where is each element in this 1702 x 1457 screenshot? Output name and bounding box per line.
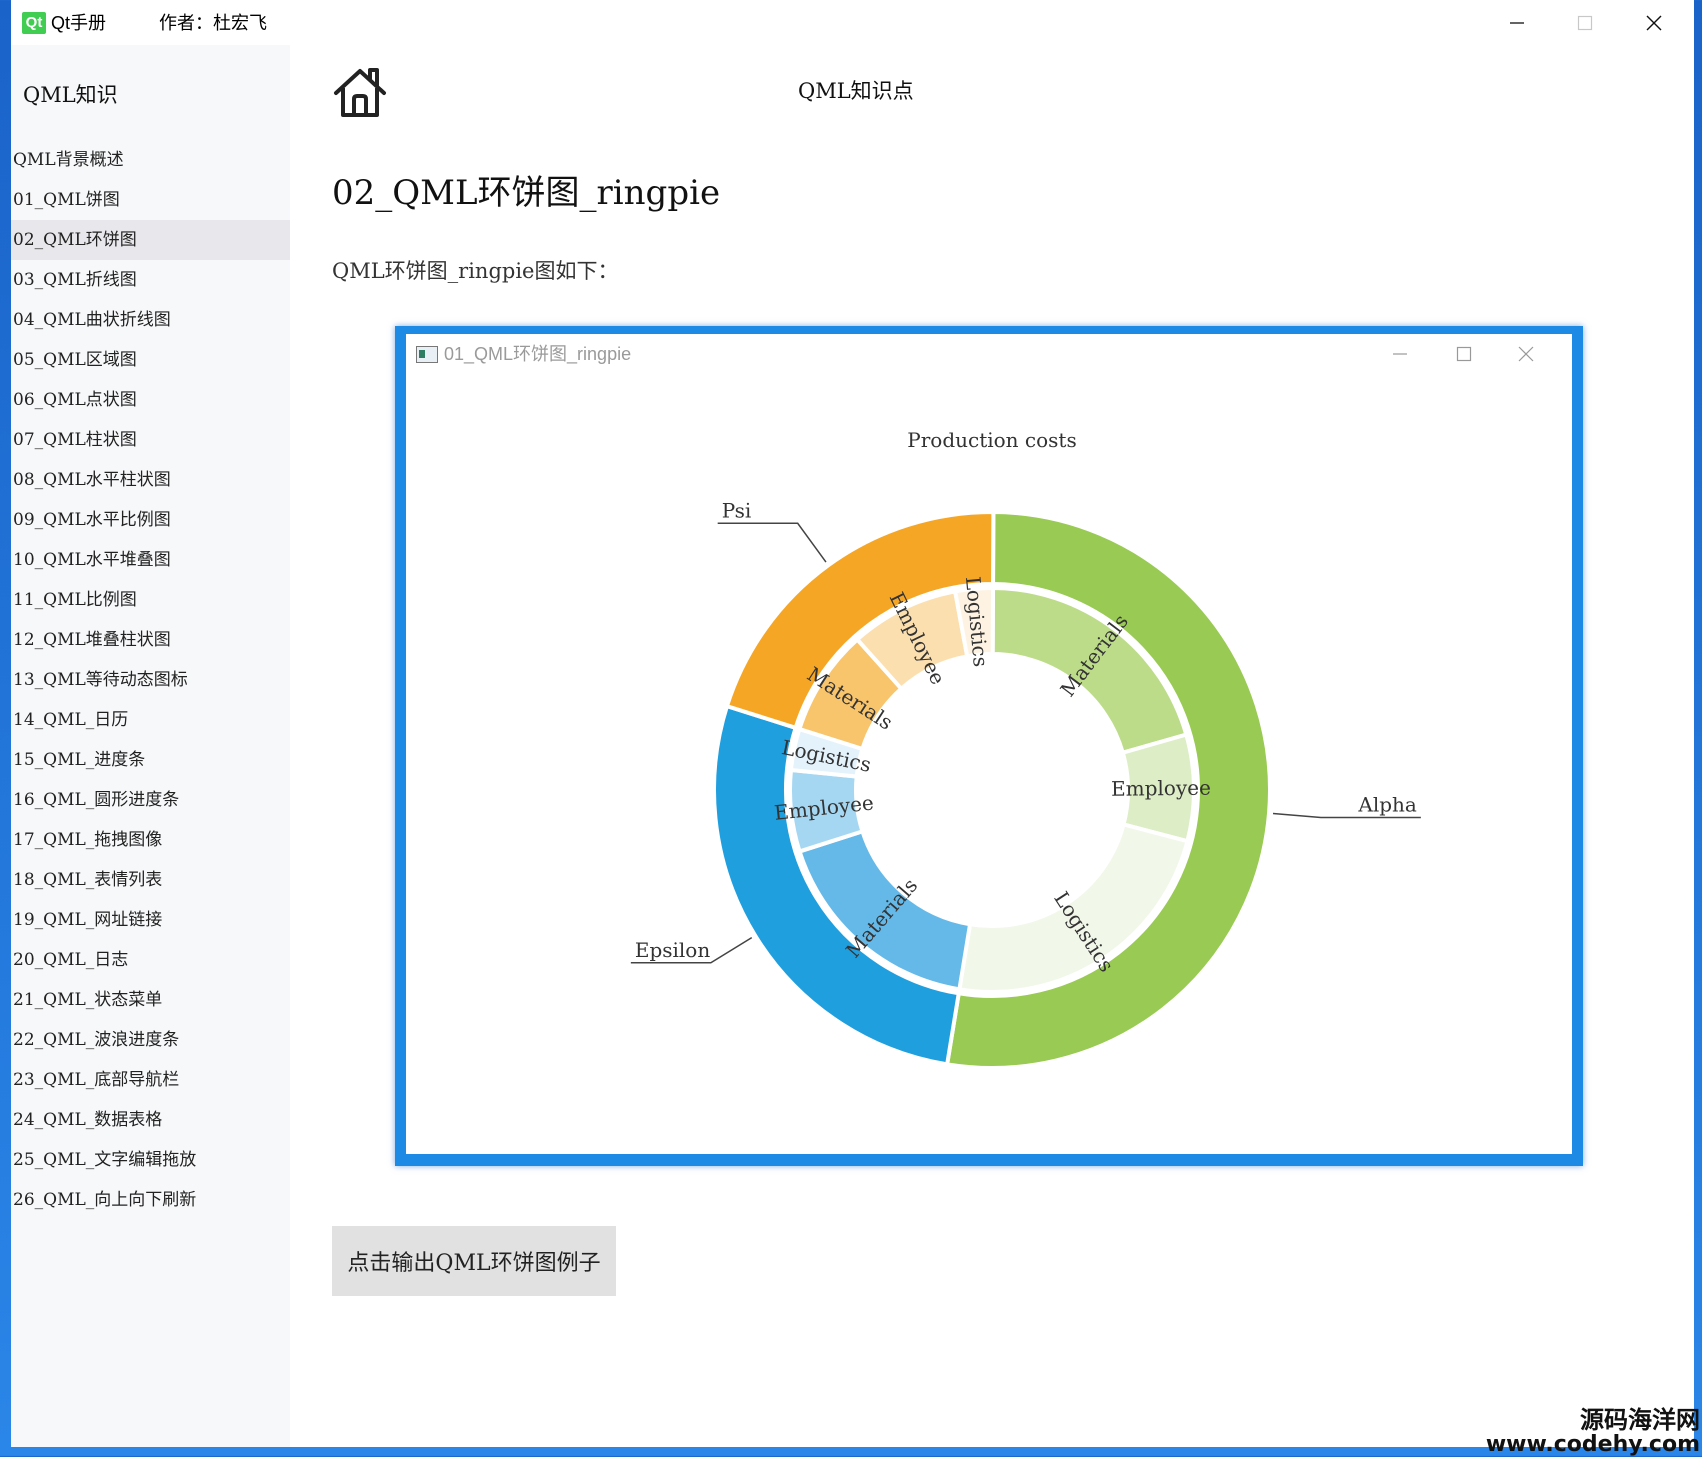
inner-slice-label: Employee	[1111, 776, 1211, 801]
main-content: QML知识点 02_QML环饼图_ringpie QML环饼图_ringpie图…	[290, 45, 1694, 1447]
ring-pie-chart: Production costs AlphaEpsilonPsiMaterial…	[630, 346, 1534, 1070]
watermark-line2: www.codehy.com	[1485, 1431, 1700, 1457]
demo-window: 01_QML环饼图_ringpie Production costs Alpha…	[406, 334, 1572, 1154]
sidebar-item[interactable]: 06_QML点状图	[11, 380, 290, 420]
sidebar-title: QML知识	[23, 83, 118, 107]
sidebar-list: QML背景概述 01_QML饼图 02_QML环饼图 03_QML折线图 04_QML曲…	[11, 140, 290, 1220]
output-example-button[interactable]: 点击输出QML环饼图例子	[332, 1226, 616, 1296]
outer-slice-label: Epsilon	[635, 938, 711, 962]
sidebar-item[interactable]: 25_QML_文字编辑拖放	[11, 1140, 290, 1180]
sidebar-item[interactable]: 23_QML_底部导航栏	[11, 1060, 290, 1100]
sidebar-item[interactable]: 13_QML等待动态图标	[11, 660, 290, 700]
sidebar-item[interactable]: 09_QML水平比例图	[11, 500, 290, 540]
demo-close-button[interactable]	[1518, 346, 1534, 362]
outer-label-leader	[717, 522, 827, 563]
sidebar: QML知识 QML背景概述 01_QML饼图 02_QML环饼图 03_QML折线图 0…	[11, 45, 290, 1447]
sidebar-item[interactable]: 12_QML堆叠柱状图	[11, 620, 290, 660]
minimize-button[interactable]	[1483, 0, 1551, 45]
sidebar-item[interactable]: 21_QML_状态菜单	[11, 980, 290, 1020]
sidebar-item[interactable]: 26_QML_向上向下刷新	[11, 1180, 290, 1220]
demo-maximize-button[interactable]	[1456, 346, 1472, 362]
sidebar-item[interactable]: 01_QML饼图	[11, 180, 290, 220]
sidebar-item[interactable]: 02_QML环饼图	[11, 220, 290, 260]
sidebar-item[interactable]: 03_QML折线图	[11, 260, 290, 300]
sidebar-item[interactable]: 16_QML_圆形进度条	[11, 780, 290, 820]
description-text: QML环饼图_ringpie图如下：	[332, 259, 619, 283]
outer-slice-label: Alpha	[1357, 793, 1417, 817]
app-title: Qt手册	[51, 13, 107, 33]
sidebar-item[interactable]: 20_QML_日志	[11, 940, 290, 980]
page-title: 02_QML环饼图_ringpie	[332, 173, 721, 213]
maximize-button[interactable]	[1551, 0, 1619, 45]
sidebar-item[interactable]: 24_QML_数据表格	[11, 1100, 290, 1140]
minimize-icon	[1510, 21, 1524, 24]
sidebar-item[interactable]: 18_QML_表情列表	[11, 860, 290, 900]
app-window: Qt Qt手册 作者：杜宏飞 QML知识 QML背景概述 01_QML饼图 02_Q…	[11, 0, 1694, 1447]
sidebar-item[interactable]: 11_QML比例图	[11, 580, 290, 620]
sidebar-item[interactable]: 22_QML_波浪进度条	[11, 1020, 290, 1060]
sidebar-item[interactable]: 15_QML_进度条	[11, 740, 290, 780]
close-icon	[1646, 15, 1662, 30]
sidebar-item[interactable]: 19_QML_网址链接	[11, 900, 290, 940]
sidebar-item[interactable]: 10_QML水平堆叠图	[11, 540, 290, 580]
demo-window-frame: 01_QML环饼图_ringpie Production costs Alpha…	[395, 326, 1583, 1166]
sidebar-item[interactable]: 07_QML柱状图	[11, 420, 290, 460]
sidebar-item[interactable]: 08_QML水平柱状图	[11, 460, 290, 500]
sidebar-item[interactable]: 14_QML_日历	[11, 700, 290, 740]
outer-slice-label: Psi	[722, 498, 752, 522]
qt-logo-icon: Qt	[22, 12, 46, 34]
maximize-icon	[1577, 15, 1593, 30]
title-bar: Qt Qt手册 作者：杜宏飞	[11, 0, 1694, 45]
sidebar-item[interactable]: QML背景概述	[11, 140, 290, 180]
sidebar-item[interactable]: 05_QML区域图	[11, 340, 290, 380]
watermark-line1: 源码海洋网	[1580, 1405, 1700, 1434]
author-label: 作者：杜宏飞	[159, 13, 267, 33]
chart-title: Production costs	[907, 428, 1076, 452]
watermark: 源码海洋网 www.codehy.com	[1485, 1405, 1700, 1457]
sidebar-item[interactable]: 17_QML_拖拽图像	[11, 820, 290, 860]
sidebar-item[interactable]: 04_QML曲状折线图	[11, 300, 290, 340]
close-button[interactable]	[1620, 0, 1688, 45]
header-title: QML知识点	[798, 79, 914, 103]
home-icon[interactable]	[332, 65, 388, 119]
